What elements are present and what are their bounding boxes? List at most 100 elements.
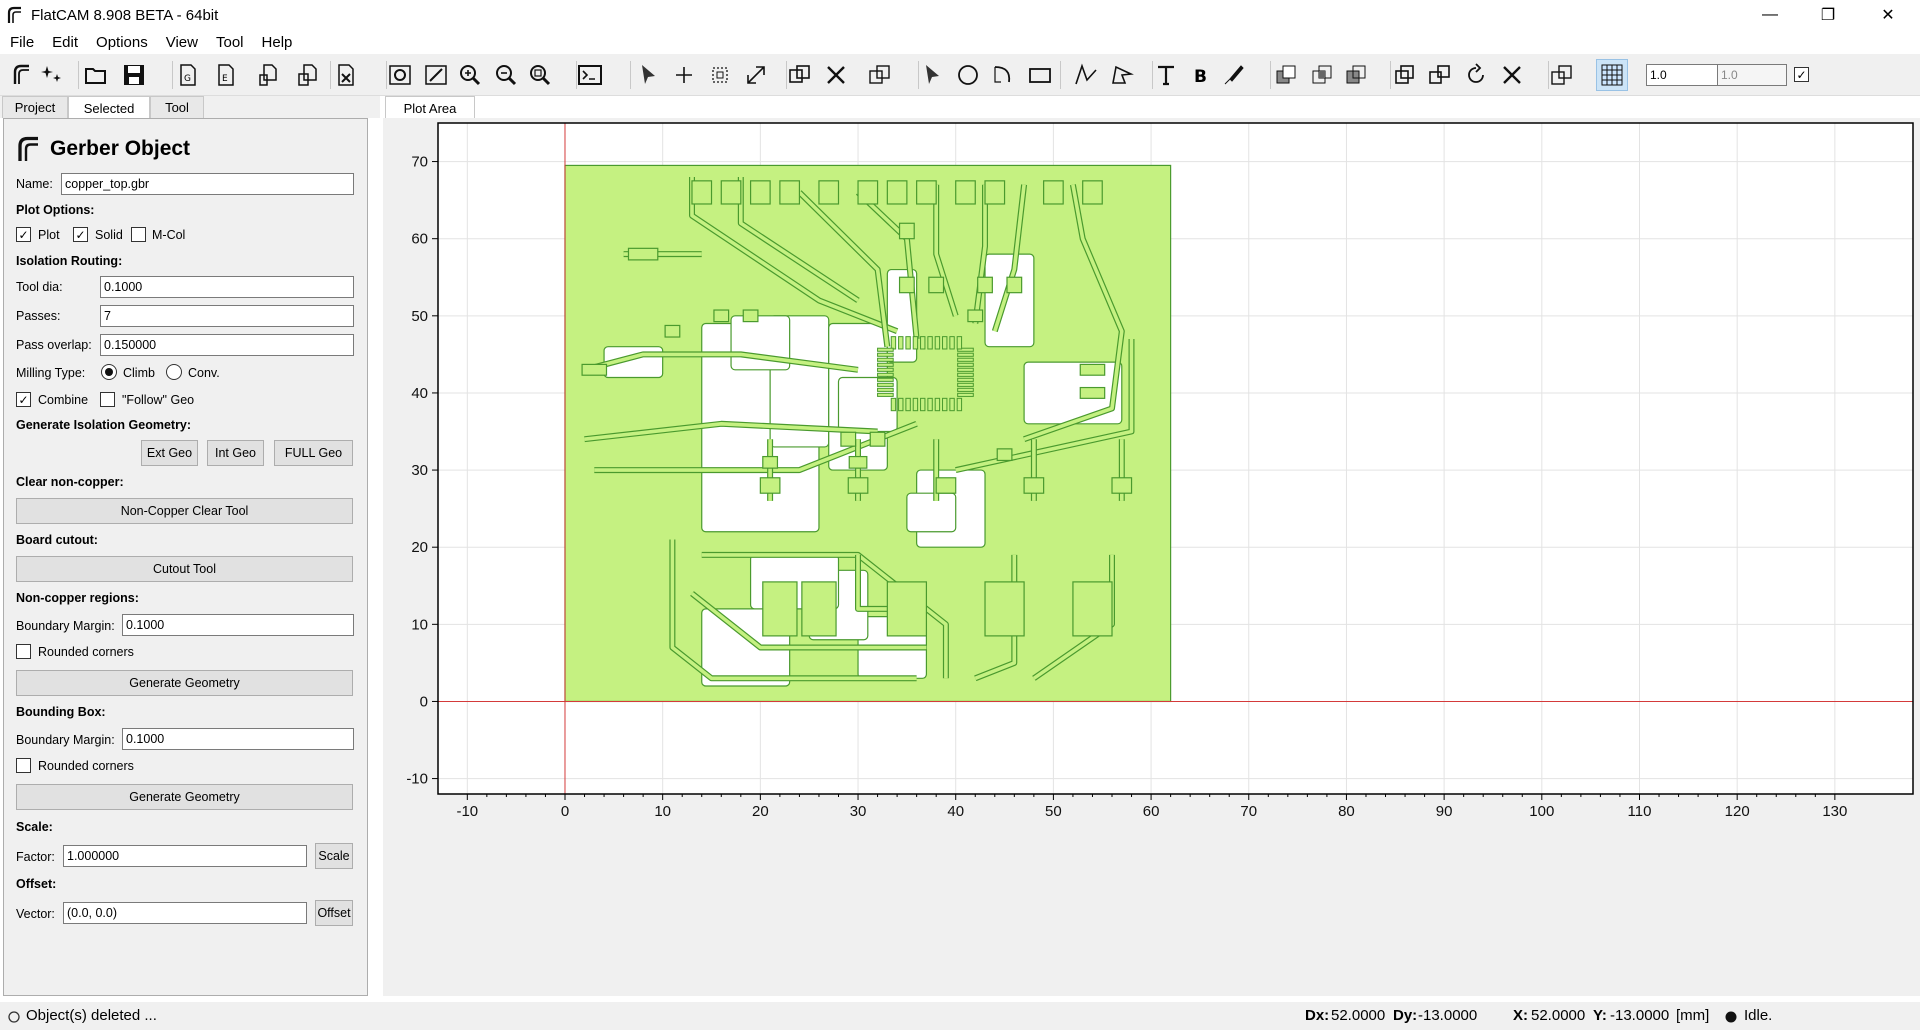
rounded-corners-checkbox-2[interactable] [16, 758, 31, 773]
copper-clearance-region [906, 492, 957, 533]
transform-tool-icon[interactable] [1546, 59, 1578, 91]
offset-vector-input[interactable]: (0.0, 0.0) [63, 902, 307, 924]
offset-button[interactable]: Offset [315, 900, 353, 926]
idle-indicator-icon [1725, 1011, 1737, 1023]
zoom-out-icon[interactable] [490, 59, 522, 91]
cut-icon[interactable] [820, 59, 852, 91]
zoom-in-icon[interactable] [454, 59, 486, 91]
rotate-icon[interactable] [1460, 59, 1492, 91]
geo-difference-icon[interactable] [1340, 59, 1372, 91]
polygon-icon[interactable] [1106, 59, 1138, 91]
menu-file[interactable]: File [2, 34, 42, 51]
copper-pad [847, 477, 869, 494]
tab-project[interactable]: Project [2, 96, 68, 118]
select-tool-icon[interactable] [916, 59, 948, 91]
overlap-input[interactable]: 0.150000 [100, 334, 354, 356]
x-tick-label: 130 [1822, 803, 1847, 820]
full-geo-button[interactable]: FULL Geo [274, 440, 353, 466]
follow-geo-label: "Follow" Geo [122, 393, 195, 407]
climb-radio[interactable] [101, 364, 117, 380]
clear-plot-icon[interactable] [420, 59, 452, 91]
rounded-corners-checkbox-1[interactable] [16, 644, 31, 659]
ext-geo-button[interactable]: Ext Geo [141, 440, 198, 466]
svg-text:G: G [184, 74, 191, 84]
shell-icon[interactable] [574, 59, 606, 91]
move-shape-icon[interactable] [1424, 59, 1456, 91]
grid-y-input[interactable]: 1.0 [1717, 64, 1787, 86]
conv-radio[interactable] [166, 364, 182, 380]
menu-view[interactable]: View [158, 34, 206, 51]
text-icon[interactable] [1150, 59, 1182, 91]
menu-options[interactable]: Options [88, 34, 156, 51]
menu-edit[interactable]: Edit [44, 34, 86, 51]
tool-dia-input[interactable]: 0.1000 [100, 276, 354, 298]
grid-lock-checkbox[interactable]: ✓ [1794, 67, 1809, 82]
y-tick-label: 20 [411, 539, 428, 556]
copper-pad [818, 180, 840, 205]
new-project-icon[interactable] [6, 59, 38, 91]
ic-pin [957, 362, 974, 367]
rectangle-icon[interactable] [1024, 59, 1056, 91]
generate-geometry-button-2[interactable]: Generate Geometry [16, 784, 353, 810]
copy-shape-icon[interactable] [1388, 59, 1420, 91]
passes-input[interactable]: 7 [100, 305, 354, 327]
name-input[interactable]: copper_top.gbr [61, 173, 354, 195]
boundary-margin-input-1[interactable]: 0.1000 [122, 614, 354, 636]
arc-icon[interactable] [988, 59, 1020, 91]
geo-union-icon[interactable] [1270, 59, 1302, 91]
mcol-checkbox[interactable] [131, 227, 146, 242]
grid-snap-icon[interactable] [1596, 59, 1628, 91]
cutout-tool-button[interactable]: Cutout Tool [16, 556, 353, 582]
tab-selected[interactable]: Selected [68, 96, 150, 119]
replot-icon[interactable] [384, 59, 416, 91]
save-icon[interactable] [118, 59, 150, 91]
add-point-icon[interactable] [668, 59, 700, 91]
transform-icon[interactable] [864, 59, 896, 91]
maximize-button[interactable]: ❐ [1800, 0, 1856, 30]
copy-icon[interactable] [704, 59, 736, 91]
buffer-icon[interactable]: B [1184, 59, 1216, 91]
path-icon[interactable] [1070, 59, 1102, 91]
scale-button[interactable]: Scale [315, 843, 353, 869]
copper-pad [1111, 477, 1133, 494]
copper-pad [801, 581, 837, 637]
tab-tool[interactable]: Tool [150, 96, 204, 118]
int-geo-button[interactable]: Int Geo [207, 440, 264, 466]
open-icon[interactable] [80, 59, 112, 91]
menu-tool[interactable]: Tool [208, 34, 252, 51]
generate-geometry-button-1[interactable]: Generate Geometry [16, 670, 353, 696]
grid-x-input[interactable]: 1.0 [1646, 64, 1718, 86]
isolation-heading: Isolation Routing: [16, 254, 123, 268]
open-excellon-icon[interactable] [292, 59, 324, 91]
new-geometry-icon[interactable]: G [172, 59, 204, 91]
plot-checkbox[interactable]: ✓ [16, 227, 31, 242]
geo-intersection-icon[interactable] [1306, 59, 1338, 91]
new-excellon-icon[interactable]: E [210, 59, 242, 91]
open-gerber-icon[interactable] [254, 59, 286, 91]
tab-plot-area[interactable]: Plot Area [385, 96, 475, 119]
solid-checkbox[interactable]: ✓ [73, 227, 88, 242]
delete-icon[interactable] [330, 59, 362, 91]
mcol-label: M-Col [152, 228, 186, 242]
status-bar: Object(s) deleted ... Dx: 52.0000 Dy: -1… [0, 1002, 1920, 1030]
union-icon[interactable] [784, 59, 816, 91]
non-copper-clear-tool-button[interactable]: Non-Copper Clear Tool [16, 498, 353, 524]
move-icon[interactable] [740, 59, 772, 91]
delete-shape-icon[interactable] [1496, 59, 1528, 91]
follow-geo-checkbox[interactable] [100, 392, 115, 407]
select-icon[interactable] [632, 59, 664, 91]
ic-pin [877, 377, 894, 382]
plot-canvas[interactable]: -10 0 10 20 30 40 50 60 70 80 90 100 110 120 130 -10 0 10… [383, 118, 1920, 996]
workspace-icon[interactable] [36, 59, 68, 91]
zoom-fit-icon[interactable] [524, 59, 556, 91]
circle-icon[interactable] [952, 59, 984, 91]
scale-factor-input[interactable]: 1.000000 [63, 845, 307, 867]
paint-icon[interactable] [1218, 59, 1250, 91]
boundary-margin-input-2[interactable]: 0.1000 [122, 728, 354, 750]
combine-checkbox[interactable]: ✓ [16, 392, 31, 407]
minimize-button[interactable]: — [1742, 0, 1798, 30]
close-button[interactable]: ✕ [1860, 0, 1916, 30]
offset-heading: Offset: [16, 877, 57, 891]
menu-help[interactable]: Help [254, 34, 301, 51]
ic-pin [957, 392, 974, 397]
